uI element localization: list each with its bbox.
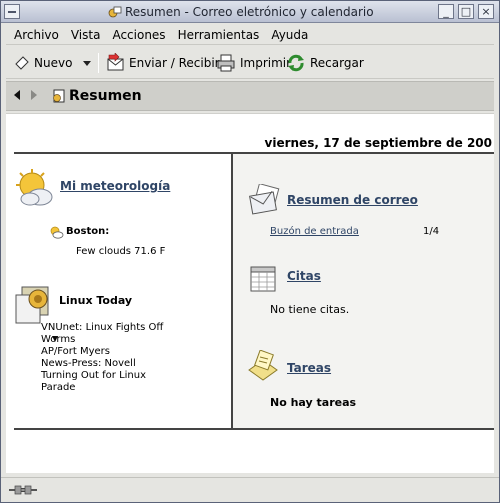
menu-bar: Archivo Vista Acciones Herramientas Ayuda <box>6 25 494 45</box>
print-label: Imprimir <box>240 56 292 70</box>
new-document-icon <box>15 56 29 70</box>
evolution-app-icon <box>108 6 122 18</box>
send-receive-label: Enviar / Recibir <box>129 56 220 70</box>
news-feed-icon <box>15 286 49 324</box>
appointments-title-link[interactable]: Citas <box>287 269 321 283</box>
status-bar <box>1 477 499 502</box>
menu-acciones[interactable]: Acciones <box>112 25 165 45</box>
summary-date: viernes, 17 de septiembre de 200 <box>264 136 492 150</box>
send-receive-icon <box>107 53 124 71</box>
mail-summary-icon <box>249 184 280 215</box>
reload-label: Recargar <box>310 56 364 70</box>
news-item[interactable]: AP/Fort Myers <box>41 346 161 358</box>
weather-condition: Few clouds 71.6 F <box>76 246 166 257</box>
appointments-empty-text: No tiene citas. <box>270 303 350 316</box>
new-button-label: Nuevo <box>34 56 73 70</box>
forward-arrow-icon[interactable] <box>31 90 37 100</box>
bottom-divider <box>14 428 494 430</box>
mail-summary-title-link[interactable]: Resumen de correo <box>287 193 418 207</box>
toolbar: Nuevo Enviar / Recibir Imprimir Recargar <box>6 48 494 79</box>
menu-herramientas[interactable]: Herramientas <box>178 25 260 45</box>
tasks-icon <box>248 350 278 381</box>
news-item[interactable]: Parade <box>41 382 161 394</box>
news-item[interactable]: Turning Out for Linux <box>41 370 161 382</box>
page-title: Resumen <box>69 88 142 104</box>
toolbar-separator <box>98 53 99 73</box>
summary-icon <box>53 89 65 103</box>
printer-icon <box>217 54 235 72</box>
news-item[interactable]: Worms <box>41 334 161 346</box>
weather-title-link[interactable]: Mi meteorología <box>60 179 170 193</box>
inbox-count: 1/4 <box>423 226 440 237</box>
print-button[interactable]: Imprimir <box>216 52 291 74</box>
news-item[interactable]: News-Press: Novell <box>41 358 161 370</box>
close-button[interactable]: × <box>478 4 494 19</box>
navigation-bar: Resumen <box>6 81 494 111</box>
main-window: Resumen - Correo eletrónico y calendario… <box>0 0 500 503</box>
calendar-icon <box>250 266 276 292</box>
send-receive-button[interactable]: Enviar / Recibir <box>105 52 220 74</box>
news-item[interactable]: VNUnet: Linux Fights Off <box>41 322 163 334</box>
weather-city: Boston: <box>66 226 110 237</box>
summary-content: viernes, 17 de septiembre de 200 Mi mete… <box>6 113 494 473</box>
back-arrow-icon[interactable] <box>14 90 20 100</box>
menu-ayuda[interactable]: Ayuda <box>271 25 308 45</box>
left-column: Mi meteorología Boston: Few clouds 71.6 … <box>14 154 232 426</box>
minimize-button[interactable]: _ <box>438 4 454 19</box>
tasks-title-link[interactable]: Tareas <box>287 361 331 375</box>
new-button[interactable]: Nuevo <box>14 52 92 74</box>
weather-icon <box>16 169 53 206</box>
reload-button[interactable]: Recargar <box>286 52 364 74</box>
right-column: Resumen de correo Buzón de entrada 1/4 C… <box>233 154 494 428</box>
news-feed-title[interactable]: Linux Today <box>59 294 132 307</box>
inbox-link[interactable]: Buzón de entrada <box>270 226 359 237</box>
online-connection-icon[interactable] <box>9 485 37 495</box>
news-list: VNUnet: Linux Fights Off Worms AP/Fort M… <box>41 322 163 394</box>
menu-archivo[interactable]: Archivo <box>14 25 59 45</box>
maximize-button[interactable]: □ <box>458 4 474 19</box>
tasks-empty-text: No hay tareas <box>270 396 357 409</box>
few-clouds-icon <box>50 226 64 239</box>
reload-icon <box>288 54 304 72</box>
chevron-down-icon[interactable] <box>82 58 92 68</box>
window-menu-button[interactable] <box>4 4 20 19</box>
title-bar[interactable]: Resumen - Correo eletrónico y calendario… <box>1 1 499 23</box>
menu-vista[interactable]: Vista <box>71 25 101 45</box>
window-title: Resumen - Correo eletrónico y calendario <box>125 5 374 19</box>
